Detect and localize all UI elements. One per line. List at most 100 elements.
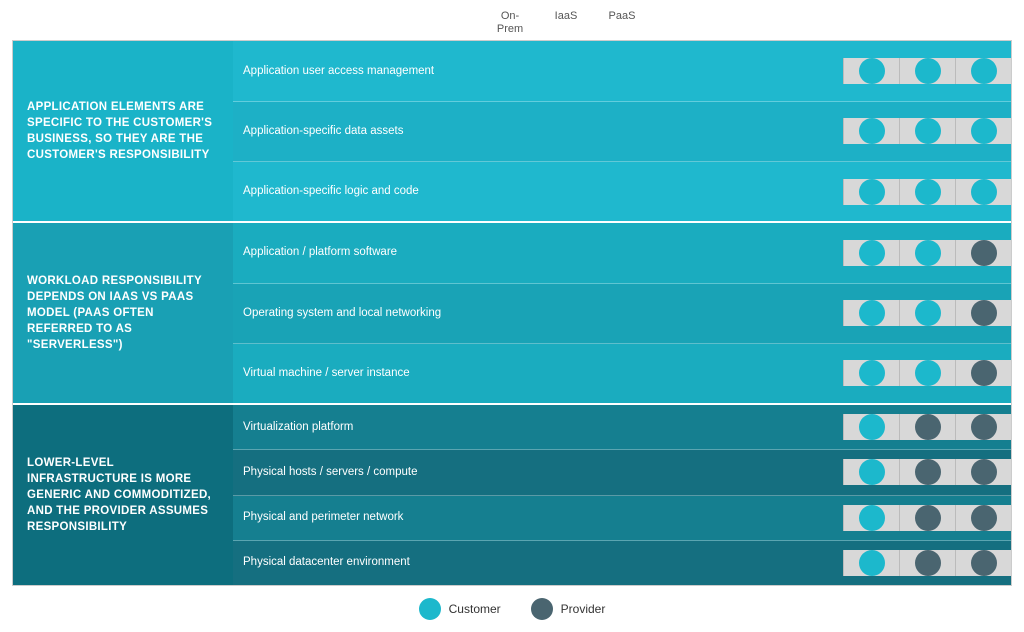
section-2-label: WORKLOAD RESPONSIBILITY DEPENDS ON IAAS … <box>13 223 233 403</box>
cell-iaas <box>899 459 955 485</box>
cell-iaas <box>899 414 955 440</box>
column-headers: On-Prem IaaS PaaS <box>12 10 1012 38</box>
cell-paas <box>955 58 1011 84</box>
section-1-rows: Application user access management Appli… <box>233 41 1011 221</box>
circle-cyan <box>859 505 885 531</box>
cell-onprem <box>843 360 899 386</box>
circles-logic-code <box>843 179 1011 205</box>
cell-onprem <box>843 414 899 440</box>
circles-vm-server <box>843 360 1011 386</box>
circles-virtualization <box>843 414 1011 440</box>
row-label-virtualization: Virtualization platform <box>233 414 843 441</box>
main-container: On-Prem IaaS PaaS APPLICATION ELEMENTS A… <box>0 0 1024 632</box>
row-os-networking: Operating system and local networking <box>233 284 1011 344</box>
circle-dark <box>971 550 997 576</box>
circle-cyan <box>971 58 997 84</box>
circle-cyan <box>971 118 997 144</box>
cell-iaas <box>899 550 955 576</box>
row-label-perimeter-network: Physical and perimeter network <box>233 504 843 531</box>
cell-paas <box>955 505 1011 531</box>
circle-cyan <box>859 58 885 84</box>
col-header-iaas: IaaS <box>538 10 594 38</box>
cell-onprem <box>843 505 899 531</box>
cell-iaas <box>899 118 955 144</box>
section-2-rows: Application / platform software Operatin… <box>233 223 1011 403</box>
cell-paas <box>955 179 1011 205</box>
col-header-paas: PaaS <box>594 10 650 38</box>
row-perimeter-network: Physical and perimeter network <box>233 496 1011 541</box>
circle-cyan <box>915 179 941 205</box>
section-provider-responsibility: LOWER-LEVEL INFRASTRUCTURE IS MORE GENER… <box>13 405 1011 585</box>
circle-dark <box>915 550 941 576</box>
circle-cyan <box>859 414 885 440</box>
legend-provider: Provider <box>531 598 606 620</box>
legend-customer: Customer <box>419 598 501 620</box>
circle-cyan <box>859 118 885 144</box>
cell-onprem <box>843 118 899 144</box>
circle-cyan <box>915 240 941 266</box>
cell-paas <box>955 300 1011 326</box>
cell-paas <box>955 459 1011 485</box>
section-1-label: APPLICATION ELEMENTS ARE SPECIFIC TO THE… <box>13 41 233 221</box>
cell-iaas <box>899 58 955 84</box>
circle-cyan <box>859 179 885 205</box>
circle-dark <box>971 414 997 440</box>
circle-cyan <box>915 300 941 326</box>
section-3-label: LOWER-LEVEL INFRASTRUCTURE IS MORE GENER… <box>13 405 233 585</box>
circles-user-access <box>843 58 1011 84</box>
row-vm-server: Virtual machine / server instance <box>233 344 1011 403</box>
circles-datacenter <box>843 550 1011 576</box>
circles-data-assets <box>843 118 1011 144</box>
cell-onprem <box>843 179 899 205</box>
col-headers-group: On-Prem IaaS PaaS <box>482 10 650 38</box>
row-label-vm-server: Virtual machine / server instance <box>233 360 843 387</box>
circle-cyan <box>915 118 941 144</box>
cell-iaas <box>899 360 955 386</box>
row-virtualization: Virtualization platform <box>233 405 1011 450</box>
circle-cyan <box>915 360 941 386</box>
circle-cyan <box>859 459 885 485</box>
circle-cyan <box>915 58 941 84</box>
legend-circle-dark <box>531 598 553 620</box>
row-data-assets: Application-specific data assets <box>233 102 1011 162</box>
cell-onprem <box>843 58 899 84</box>
circles-platform-software <box>843 240 1011 266</box>
circle-dark <box>971 459 997 485</box>
cell-onprem <box>843 240 899 266</box>
section-customer-responsibility: APPLICATION ELEMENTS ARE SPECIFIC TO THE… <box>13 41 1011 223</box>
row-physical-hosts: Physical hosts / servers / compute <box>233 450 1011 495</box>
row-user-access: Application user access management <box>233 41 1011 101</box>
legend-provider-label: Provider <box>561 602 606 616</box>
circle-dark <box>915 505 941 531</box>
cell-onprem <box>843 550 899 576</box>
circle-dark <box>971 505 997 531</box>
cell-iaas <box>899 300 955 326</box>
legend: Customer Provider <box>12 590 1012 624</box>
row-label-logic-code: Application-specific logic and code <box>233 178 843 205</box>
circle-cyan <box>859 550 885 576</box>
row-label-user-access: Application user access management <box>233 58 843 85</box>
cell-onprem <box>843 459 899 485</box>
row-datacenter: Physical datacenter environment <box>233 541 1011 585</box>
row-label-data-assets: Application-specific data assets <box>233 118 843 145</box>
cell-paas <box>955 550 1011 576</box>
circle-dark <box>915 414 941 440</box>
cell-paas <box>955 360 1011 386</box>
circle-cyan <box>859 240 885 266</box>
cell-paas <box>955 118 1011 144</box>
circle-cyan <box>859 360 885 386</box>
main-grid: APPLICATION ELEMENTS ARE SPECIFIC TO THE… <box>12 40 1012 586</box>
cell-iaas <box>899 179 955 205</box>
legend-circle-cyan <box>419 598 441 620</box>
section-workload-responsibility: WORKLOAD RESPONSIBILITY DEPENDS ON IAAS … <box>13 223 1011 405</box>
cell-paas <box>955 414 1011 440</box>
row-label-physical-hosts: Physical hosts / servers / compute <box>233 459 843 486</box>
row-platform-software: Application / platform software <box>233 223 1011 283</box>
section-3-rows: Virtualization platform Physical hosts /… <box>233 405 1011 585</box>
legend-customer-label: Customer <box>449 602 501 616</box>
circles-physical-hosts <box>843 459 1011 485</box>
circle-dark <box>971 300 997 326</box>
row-label-datacenter: Physical datacenter environment <box>233 549 843 576</box>
circle-dark <box>971 240 997 266</box>
row-label-platform-software: Application / platform software <box>233 239 843 266</box>
